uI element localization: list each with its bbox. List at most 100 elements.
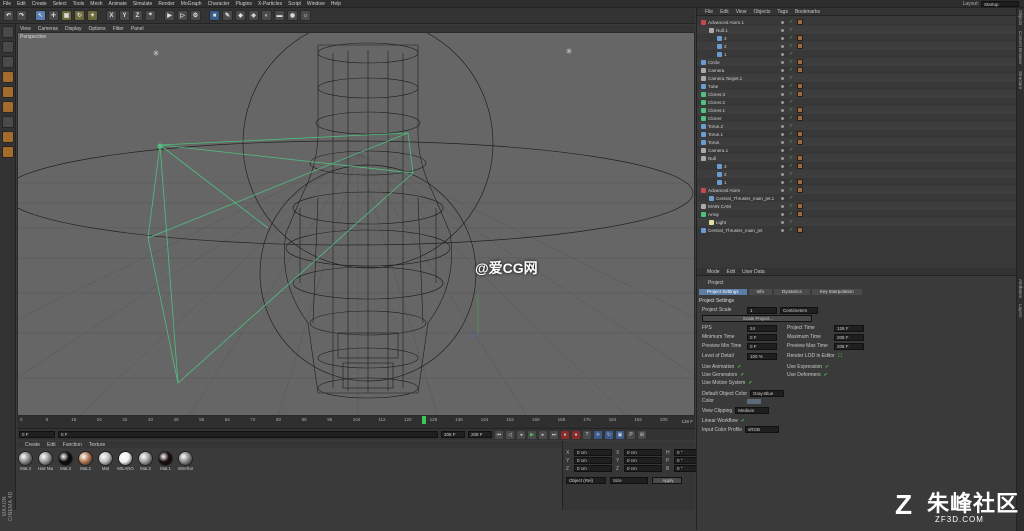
mat-menu-create[interactable]: Create [25, 442, 40, 448]
visibility-dot-icon[interactable] [781, 100, 784, 104]
visibility-dot-icon[interactable] [781, 156, 784, 160]
scale-key-icon[interactable]: ▣ [616, 430, 624, 439]
material-tag-icon[interactable] [797, 19, 803, 25]
use-motion-checkbox[interactable]: ✔ [748, 380, 752, 386]
vp-menu-display[interactable]: Display [65, 26, 81, 32]
enabled-check-icon[interactable]: ✓ [789, 123, 793, 129]
object-row[interactable]: Camera.Target.1 ✓ [697, 74, 1017, 82]
menu-simulate[interactable]: Simulate [130, 0, 155, 8]
end-frame-field[interactable]: 208 F [441, 431, 465, 438]
enabled-check-icon[interactable]: ✓ [789, 59, 793, 65]
coord-field[interactable]: 0 cm [624, 457, 662, 464]
material-tag-icon[interactable] [797, 59, 803, 65]
visibility-dot-icon[interactable] [781, 228, 784, 232]
render-picture-viewer-icon[interactable]: ▷ [177, 10, 188, 21]
enabled-check-icon[interactable]: ✓ [789, 195, 793, 201]
render-lod-checkbox[interactable]: ☐ [838, 353, 842, 359]
tab-key-interpolation[interactable]: Key Interpolation [811, 289, 862, 295]
am-menu-edit[interactable]: Edit [727, 269, 736, 275]
enabled-check-icon[interactable]: ✓ [789, 203, 793, 209]
visibility-dot-icon[interactable] [781, 188, 784, 192]
tab-attributes[interactable]: Attributes [1018, 279, 1023, 298]
visibility-dot-icon[interactable] [781, 36, 784, 40]
cube-icon[interactable]: ■ [209, 10, 220, 21]
menu-mograph[interactable]: MoGraph [178, 0, 205, 8]
material-swatch[interactable]: Mat.2 [137, 451, 154, 510]
material-tag-icon[interactable] [797, 203, 803, 209]
object-row[interactable]: 3 ✓ [697, 34, 1017, 42]
object-row[interactable]: Null.1 ✓ [697, 26, 1017, 34]
enabled-check-icon[interactable]: ✓ [789, 171, 793, 177]
workplane-icon[interactable] [1, 146, 14, 158]
visibility-dot-icon[interactable] [781, 172, 784, 176]
coord-mode-select[interactable]: Object (Rel) [566, 477, 606, 484]
visibility-dot-icon[interactable] [781, 52, 784, 56]
vp-menu-panel[interactable]: Panel [131, 26, 144, 32]
undo-icon[interactable]: ↶ [3, 10, 14, 21]
menu-file[interactable]: File [0, 0, 14, 8]
use-expression-checkbox[interactable]: ✔ [825, 364, 829, 370]
autokey-icon[interactable]: ● [572, 430, 580, 439]
object-row[interactable]: 3 ✓ [697, 162, 1017, 170]
enabled-check-icon[interactable]: ✓ [789, 75, 793, 81]
om-menu-objects[interactable]: Objects [753, 9, 770, 15]
current-frame-marker[interactable] [422, 416, 426, 424]
project-time-field[interactable]: 126 F [834, 325, 864, 332]
menu-mesh[interactable]: Mesh [87, 0, 105, 8]
prev-max-field[interactable]: 208 F [834, 343, 864, 350]
object-row[interactable]: 1 ✓ [697, 178, 1017, 186]
visibility-dot-icon[interactable] [781, 132, 784, 136]
visibility-dot-icon[interactable] [781, 212, 784, 216]
param-key-icon[interactable]: P [627, 430, 635, 439]
keyframe-selection-icon[interactable]: ? [583, 430, 591, 439]
mat-menu-texture[interactable]: Texture [89, 442, 105, 448]
object-row[interactable]: 1 ✓ [697, 50, 1017, 58]
menu-create[interactable]: Create [29, 0, 50, 8]
object-row[interactable]: Null ✓ [697, 154, 1017, 162]
enabled-check-icon[interactable]: ✓ [789, 67, 793, 73]
material-tag-icon[interactable] [797, 35, 803, 41]
use-generators-checkbox[interactable]: ✔ [740, 372, 744, 378]
polygons-mode-icon[interactable] [1, 101, 14, 113]
perspective-viewport[interactable]: Perspective [17, 32, 695, 416]
menu-script[interactable]: Script [285, 0, 304, 8]
recent-tools-icon[interactable]: ✦ [87, 10, 98, 21]
last-frame-icon[interactable]: ⏭ [550, 430, 558, 439]
material-tag-icon[interactable] [797, 155, 803, 161]
visibility-dot-icon[interactable] [781, 84, 784, 88]
enabled-check-icon[interactable]: ✓ [789, 107, 793, 113]
visibility-dot-icon[interactable] [781, 180, 784, 184]
texture-mode-icon[interactable] [1, 56, 14, 68]
mat-menu-edit[interactable]: Edit [47, 442, 56, 448]
prev-min-field[interactable]: 0 F [747, 343, 777, 350]
material-swatch[interactable]: MILANO [117, 451, 134, 510]
menu-animate[interactable]: Animate [106, 0, 130, 8]
edges-mode-icon[interactable] [1, 86, 14, 98]
menu-edit[interactable]: Edit [14, 0, 29, 8]
tab-project-settings[interactable]: Project Settings [699, 289, 747, 295]
camera-icon[interactable]: ◉ [287, 10, 298, 21]
object-row[interactable]: Camera ✓ [697, 66, 1017, 74]
layout-select[interactable]: Startup [981, 1, 1019, 7]
coordinate-system-icon[interactable]: ⌖ [145, 10, 156, 21]
visibility-dot-icon[interactable] [781, 196, 784, 200]
visibility-dot-icon[interactable] [781, 204, 784, 208]
z-axis-button[interactable]: Z [132, 10, 143, 21]
redo-icon[interactable]: ↷ [16, 10, 27, 21]
enabled-check-icon[interactable]: ✓ [789, 35, 793, 41]
visibility-dot-icon[interactable] [781, 220, 784, 224]
visibility-dot-icon[interactable] [781, 148, 784, 152]
visibility-dot-icon[interactable] [781, 116, 784, 120]
object-row[interactable]: 2 ✓ [697, 42, 1017, 50]
vp-menu-filter[interactable]: Filter [113, 26, 124, 32]
enabled-check-icon[interactable]: ✓ [789, 227, 793, 233]
scale-project-button[interactable]: Scale Project... [702, 315, 812, 322]
tab-structure[interactable]: Structure [1018, 71, 1023, 89]
object-row[interactable]: Cloner ✓ [697, 114, 1017, 122]
om-menu-file[interactable]: File [705, 9, 713, 15]
tab-objects[interactable]: Objects [1018, 10, 1023, 25]
live-selection-icon[interactable]: ↖ [35, 10, 46, 21]
material-tag-icon[interactable] [797, 131, 803, 137]
visibility-dot-icon[interactable] [781, 20, 784, 24]
object-row[interactable]: Light ✓ [697, 218, 1017, 226]
